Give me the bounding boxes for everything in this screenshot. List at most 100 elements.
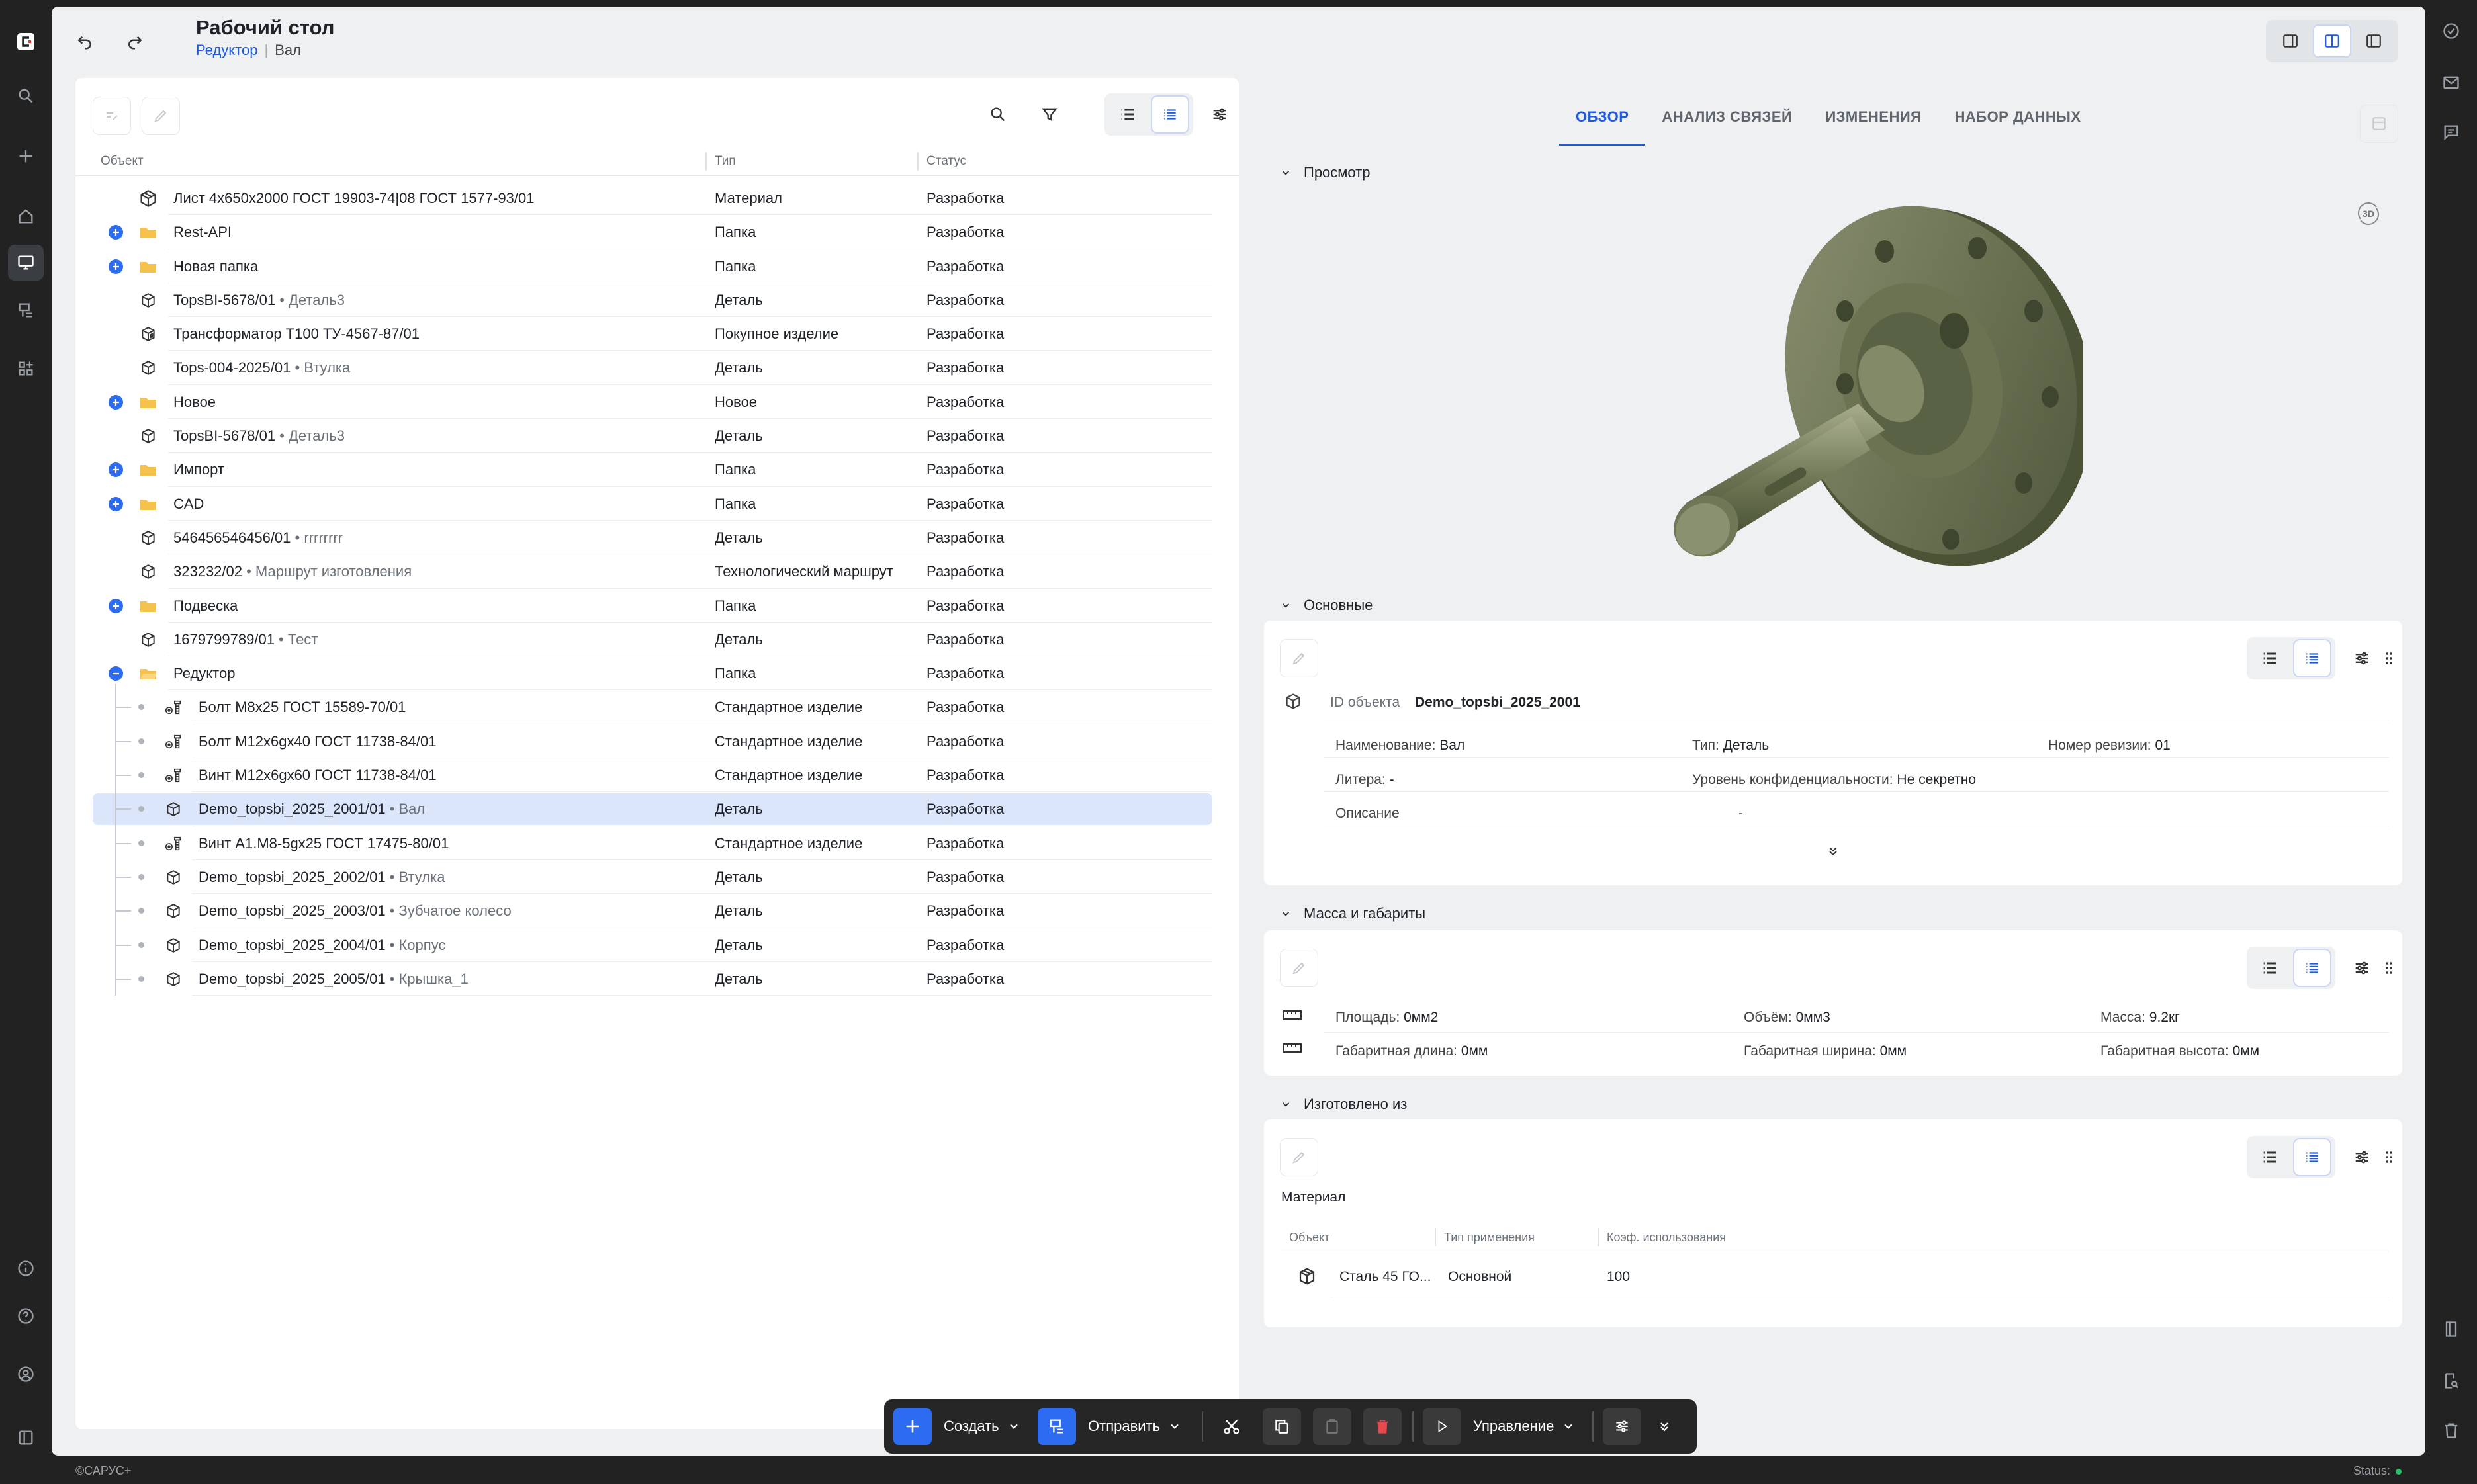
table-row[interactable]: TopsBI-5678/01 • Деталь3 Деталь Разработка — [75, 283, 1239, 318]
tab-relations[interactable]: АНАЛИЗ СВЯЗЕЙ — [1645, 109, 1809, 146]
column-header-coefficient[interactable]: Коэф. использования — [1607, 1231, 1726, 1244]
table-row[interactable]: TopsBI-5678/01 • Деталь3 Деталь Разработка — [75, 419, 1239, 453]
edit-icon[interactable] — [1280, 949, 1318, 987]
section-mass[interactable]: Масса и габариты — [1280, 905, 1425, 922]
desktop-icon[interactable] — [8, 245, 44, 281]
expand-icon[interactable] — [109, 598, 123, 613]
undo-icon[interactable] — [66, 22, 103, 60]
help-icon[interactable] — [8, 1298, 44, 1334]
layout-split-icon[interactable] — [2312, 24, 2351, 58]
manage-button[interactable]: Управление — [1473, 1399, 1575, 1454]
column-resizer[interactable] — [1598, 1228, 1599, 1246]
book-icon[interactable] — [2433, 1311, 2469, 1347]
column-header-application[interactable]: Тип применения — [1444, 1231, 1535, 1244]
doc-search-icon[interactable] — [2433, 1363, 2469, 1399]
copy-icon[interactable] — [1263, 1408, 1301, 1445]
expand-icon[interactable] — [109, 394, 123, 410]
table-row[interactable]: Винт М12х6gх60 ГОСТ 11738-84/01 Стандартн… — [75, 758, 1239, 793]
table-row[interactable]: Болт М12х6gх40 ГОСТ 11738-84/01 Стандартн… — [75, 724, 1239, 759]
search-icon[interactable] — [979, 95, 1017, 134]
table-row[interactable]: 546456546456/01 • rrrrrrrr Деталь Разработ… — [75, 521, 1239, 555]
drag-handle-icon[interactable] — [2376, 949, 2402, 987]
table-row[interactable]: Винт А1.М8-5gх25 ГОСТ 17475-80/01 Стандар… — [75, 826, 1239, 860]
collapse-sidebar-icon[interactable] — [8, 1420, 44, 1456]
delete-icon[interactable] — [1363, 1408, 1402, 1445]
layout-right-panel-icon[interactable] — [2355, 24, 2393, 58]
3d-model-preview[interactable] — [1620, 192, 2083, 576]
expand-icon[interactable] — [109, 462, 123, 478]
more-actions-icon[interactable] — [1648, 1408, 1681, 1445]
plus-icon[interactable] — [8, 138, 44, 174]
compact-view-icon[interactable] — [1151, 95, 1189, 134]
compact-view-icon[interactable] — [2293, 1138, 2331, 1176]
expand-icon[interactable] — [109, 496, 123, 511]
edit-icon[interactable] — [142, 97, 180, 135]
column-header-object[interactable]: Объект — [1289, 1231, 1329, 1244]
column-header-status[interactable]: Статус — [926, 148, 966, 175]
paste-icon[interactable] — [1313, 1408, 1351, 1445]
table-row[interactable]: Demo_topsbi_2025_2004/01 • Корпус Деталь Р… — [75, 928, 1239, 962]
cut-icon[interactable] — [1212, 1408, 1251, 1445]
edit-icon[interactable] — [1280, 639, 1318, 677]
table-row[interactable]: Лист 4х650х2000 ГОСТ 19903-74|08 ГОСТ 15… — [75, 181, 1239, 216]
column-header-type[interactable]: Тип — [715, 148, 736, 175]
table-row[interactable]: Demo_topsbi_2025_2002/01 • Втулка Деталь Р… — [75, 860, 1239, 895]
expand-icon[interactable] — [109, 259, 123, 274]
column-resizer[interactable] — [1435, 1228, 1436, 1246]
tab-dataset[interactable]: НАБОР ДАННЫХ — [1938, 109, 2097, 146]
save-layout-icon[interactable] — [2360, 105, 2398, 143]
table-row[interactable]: 323232/02 • Маршрут изготовления Технолог… — [75, 554, 1239, 589]
tasks-icon[interactable] — [2433, 13, 2469, 49]
table-row[interactable]: Новая папка Папка Разработка — [75, 249, 1239, 283]
documents-icon[interactable] — [8, 292, 44, 328]
table-row[interactable]: Demo_topsbi_2025_2005/01 • Крышка_1 Детал… — [75, 962, 1239, 996]
settings-sliders-icon[interactable] — [1603, 1408, 1641, 1445]
batch-edit-icon[interactable] — [93, 97, 131, 135]
collapse-icon[interactable] — [109, 666, 123, 681]
layout-left-panel-icon[interactable] — [2271, 24, 2310, 58]
3d-view-icon[interactable]: 3D — [2353, 198, 2384, 229]
tab-changes[interactable]: ИЗМЕНЕНИЯ — [1809, 109, 1938, 146]
list-view-icon[interactable] — [2251, 1138, 2289, 1176]
material-name[interactable]: Сталь 45 ГО... — [1339, 1269, 1431, 1285]
section-made-from[interactable]: Изготовлено из — [1280, 1096, 1407, 1113]
settings-sliders-icon[interactable] — [1200, 95, 1239, 134]
apps-icon[interactable] — [8, 351, 44, 386]
list-view-icon[interactable] — [1108, 95, 1147, 134]
table-row[interactable]: Tops-004-2025/01 • Втулка Деталь Разработк… — [75, 351, 1239, 385]
list-view-icon[interactable] — [2251, 639, 2289, 677]
send-button[interactable]: Отправить — [1088, 1399, 1181, 1454]
list-view-icon[interactable] — [2251, 949, 2289, 987]
mail-icon[interactable] — [2433, 65, 2469, 101]
search-icon[interactable] — [8, 78, 44, 114]
breadcrumb-link[interactable]: Редуктор — [196, 42, 257, 58]
table-row[interactable]: Новое Новое Разработка — [75, 385, 1239, 419]
compact-view-icon[interactable] — [2293, 639, 2331, 677]
column-resizer[interactable] — [917, 152, 919, 171]
section-preview[interactable]: Просмотр — [1280, 164, 1370, 181]
create-plus-icon[interactable] — [893, 1408, 932, 1445]
create-button[interactable]: Создать — [944, 1399, 1020, 1454]
filter-icon[interactable] — [1030, 95, 1069, 134]
play-icon[interactable] — [1423, 1408, 1461, 1445]
edit-icon[interactable] — [1280, 1138, 1318, 1176]
chat-icon[interactable] — [2433, 114, 2469, 150]
expand-more-icon[interactable] — [1825, 843, 1841, 859]
trash-icon[interactable] — [2433, 1413, 2469, 1448]
table-row[interactable]: Редуктор Папка Разработка — [75, 656, 1239, 691]
user-icon[interactable] — [8, 1356, 44, 1392]
table-row[interactable]: Болт М8х25 ГОСТ 15589-70/01 Стандартное и… — [75, 690, 1239, 724]
drag-handle-icon[interactable] — [2376, 639, 2402, 677]
table-row[interactable]: Подвеска Папка Разработка — [75, 589, 1239, 623]
column-resizer[interactable] — [705, 152, 707, 171]
table-row[interactable]: Трансформатор Т100 ТУ-4567-87/01 Покупное… — [75, 317, 1239, 351]
table-row[interactable]: Импорт Папка Разработка — [75, 453, 1239, 487]
info-icon[interactable] — [8, 1250, 44, 1286]
app-logo[interactable] — [8, 24, 44, 60]
table-row[interactable]: Demo_topsbi_2025_2003/01 • Зубчатое коле… — [75, 894, 1239, 928]
table-row[interactable]: Rest-API Папка Разработка — [75, 215, 1239, 249]
column-header-object[interactable]: Объект — [101, 148, 144, 175]
expand-icon[interactable] — [109, 225, 123, 240]
send-icon[interactable] — [1038, 1408, 1076, 1445]
compact-view-icon[interactable] — [2293, 949, 2331, 987]
